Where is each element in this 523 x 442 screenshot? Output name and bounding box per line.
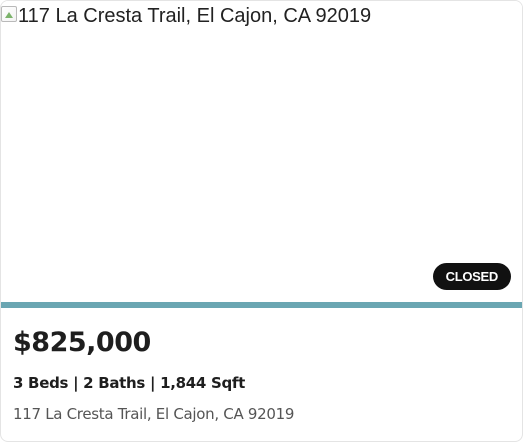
listing-price: $825,000 (13, 327, 151, 358)
baths-count: 2 Baths (83, 374, 146, 392)
status-badge: CLOSED (432, 263, 511, 290)
broken-image: 117 La Cresta Trail, El Cajon, CA 92019 (1, 4, 371, 28)
sqft-value: 1,844 Sqft (160, 374, 246, 392)
listing-details: $825,000 3 Beds | 2 Baths | 1,844 Sqft 1… (13, 325, 510, 424)
listing-card[interactable]: 117 La Cresta Trail, El Cajon, CA 92019 … (0, 0, 523, 442)
beds-count: 3 Beds (13, 374, 69, 392)
listing-photo[interactable]: 117 La Cresta Trail, El Cajon, CA 92019 … (1, 1, 522, 302)
listing-specs: 3 Beds | 2 Baths | 1,844 Sqft (13, 373, 510, 393)
accent-divider (1, 302, 522, 308)
specs-separator: | (68, 374, 84, 392)
image-alt-text: 117 La Cresta Trail, El Cajon, CA 92019 (18, 5, 372, 27)
listing-address[interactable]: 117 La Cresta Trail, El Cajon, CA 92019 (13, 404, 510, 424)
specs-separator: | (145, 374, 161, 392)
broken-image-icon (1, 6, 17, 22)
